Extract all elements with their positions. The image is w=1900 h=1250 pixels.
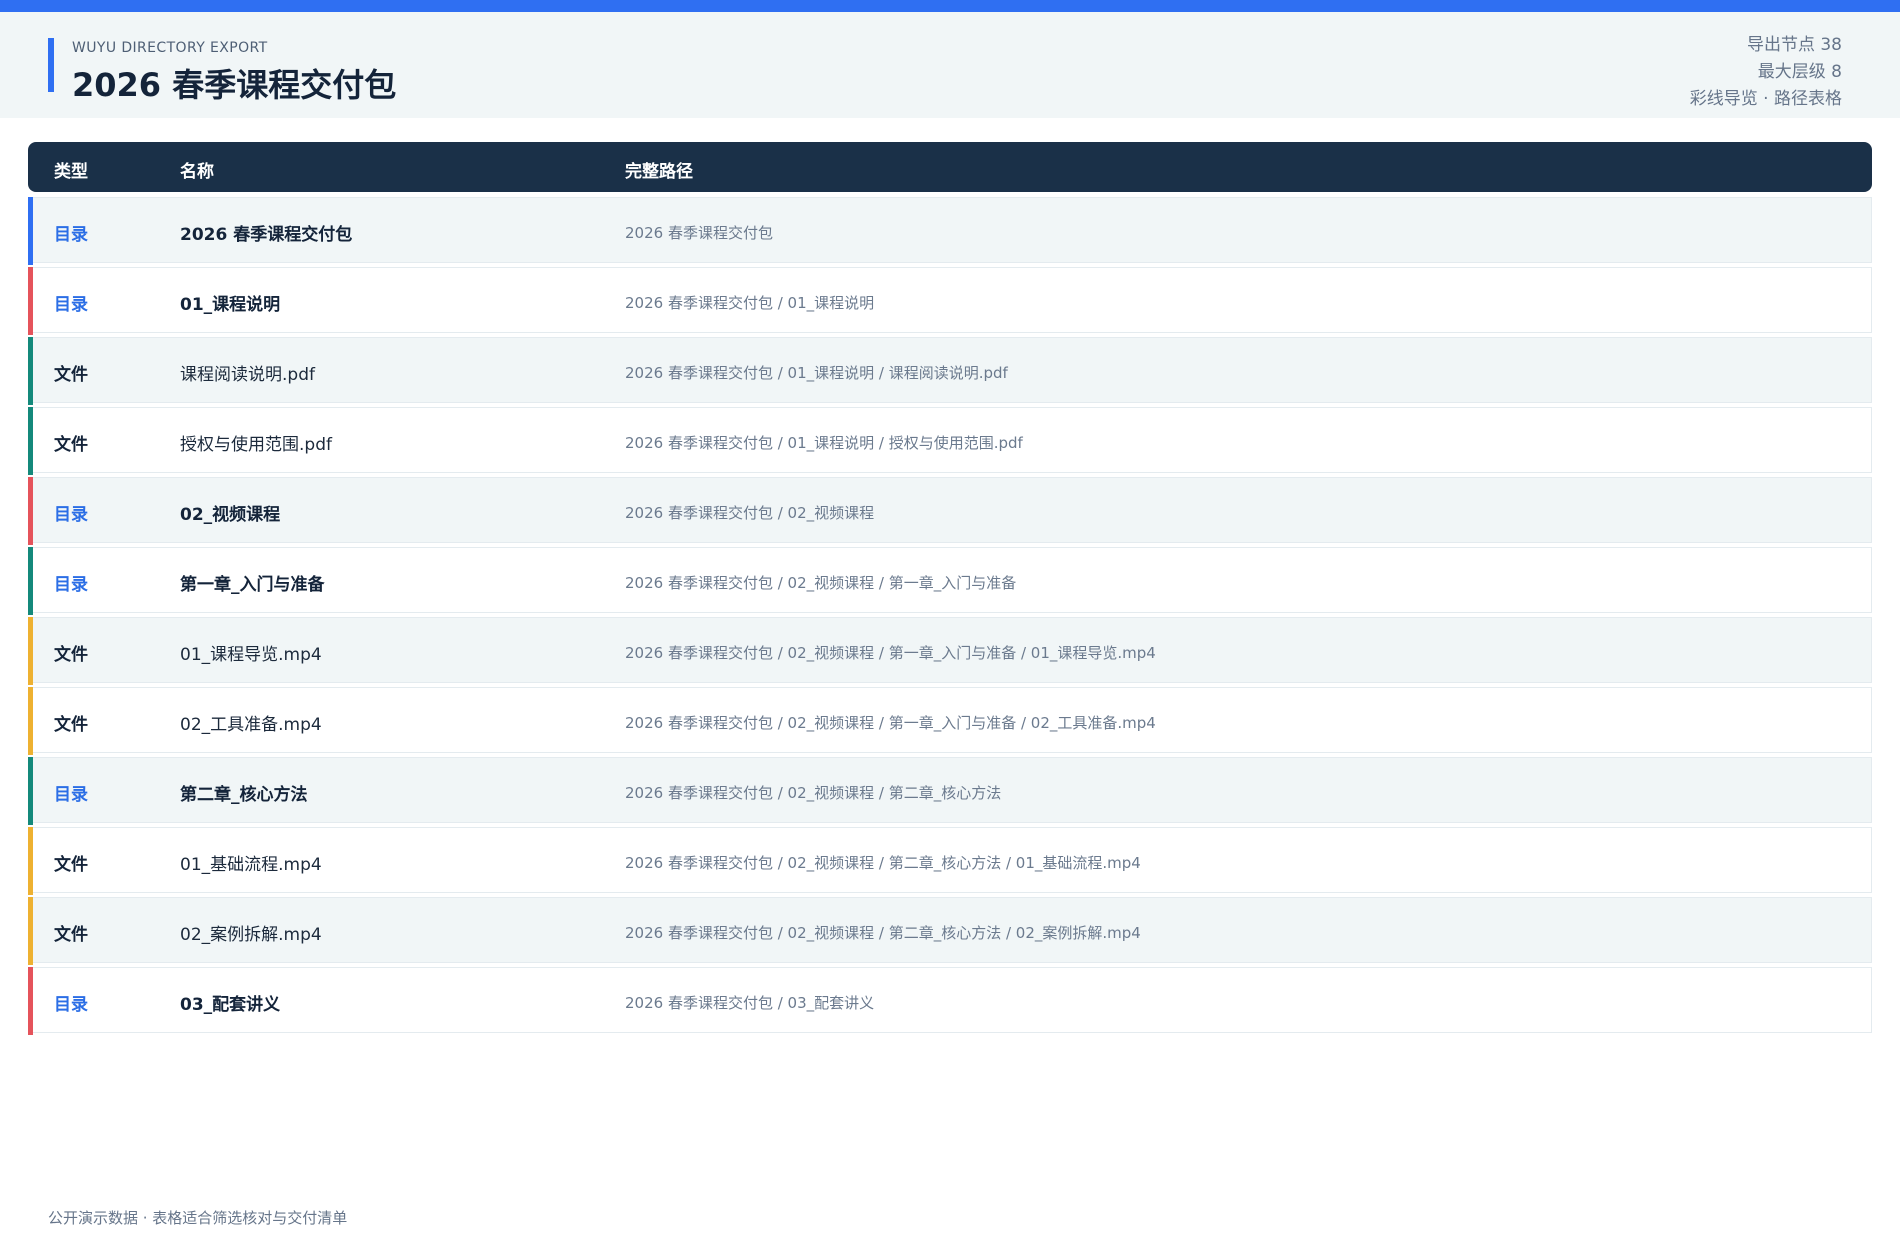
row-type: 目录: [54, 225, 88, 245]
row-path: 2026 春季课程交付包 / 02_视频课程 / 第一章_入门与准备 / 01_…: [625, 644, 1156, 662]
row-type: 目录: [54, 505, 88, 525]
row-type: 文件: [54, 855, 88, 875]
row-type: 目录: [54, 785, 88, 805]
page-header: WUYU DIRECTORY EXPORT 2026 春季课程交付包 导出节点 …: [0, 12, 1900, 118]
table-row[interactable]: 文件 02_案例拆解.mp4 2026 春季课程交付包 / 02_视频课程 / 第二…: [28, 897, 1872, 965]
row-name: 01_课程说明: [180, 295, 281, 315]
footer-note: 公开演示数据 · 表格适合筛选核对与交付清单: [48, 1209, 348, 1227]
table-row[interactable]: 文件 01_课程导览.mp4 2026 春季课程交付包 / 02_视频课程 / 第一…: [28, 617, 1872, 685]
row-name: 02_视频课程: [180, 505, 281, 525]
page-title: 2026 春季课程交付包: [72, 66, 397, 104]
row-level-stripe: [28, 407, 33, 475]
row-level-stripe: [28, 687, 33, 755]
export-meta: 导出节点 38 最大层级 8 彩线导览 · 路径表格: [1690, 32, 1842, 113]
row-path: 2026 春季课程交付包 / 02_视频课程: [625, 504, 875, 522]
row-level-stripe: [28, 757, 33, 825]
table-row[interactable]: 目录 02_视频课程 2026 春季课程交付包 / 02_视频课程: [28, 477, 1872, 545]
column-header-type[interactable]: 类型: [54, 157, 88, 182]
table-row[interactable]: 文件 课程阅读说明.pdf 2026 春季课程交付包 / 01_课程说明 / 课程阅…: [28, 337, 1872, 405]
column-header-name[interactable]: 名称: [180, 157, 214, 182]
row-path: 2026 春季课程交付包 / 01_课程说明 / 课程阅读说明.pdf: [625, 364, 1008, 382]
table-row[interactable]: 文件 授权与使用范围.pdf 2026 春季课程交付包 / 01_课程说明 / 授权…: [28, 407, 1872, 475]
table-header: 类型 名称 完整路径: [28, 142, 1872, 192]
row-path: 2026 春季课程交付包 / 02_视频课程 / 第二章_核心方法 / 02_案…: [625, 924, 1141, 942]
table-row[interactable]: 文件 01_基础流程.mp4 2026 春季课程交付包 / 02_视频课程 / 第二…: [28, 827, 1872, 895]
table-row[interactable]: 目录 第一章_入门与准备 2026 春季课程交付包 / 02_视频课程 / 第一章_…: [28, 547, 1872, 615]
row-level-stripe: [28, 337, 33, 405]
row-name: 01_课程导览.mp4: [180, 645, 322, 665]
table-row[interactable]: 目录 01_课程说明 2026 春季课程交付包 / 01_课程说明: [28, 267, 1872, 335]
row-name: 第二章_核心方法: [180, 785, 308, 805]
row-path: 2026 春季课程交付包 / 02_视频课程 / 第一章_入门与准备 / 02_…: [625, 714, 1156, 732]
row-type: 文件: [54, 715, 88, 735]
row-name: 课程阅读说明.pdf: [180, 365, 315, 385]
row-name: 02_案例拆解.mp4: [180, 925, 322, 945]
row-path: 2026 春季课程交付包 / 02_视频课程 / 第一章_入门与准备: [625, 574, 1017, 592]
table-row[interactable]: 文件 02_工具准备.mp4 2026 春季课程交付包 / 02_视频课程 / 第一…: [28, 687, 1872, 755]
directory-table-body: 目录 2026 春季课程交付包 2026 春季课程交付包 目录 01_课程说明 2026 …: [28, 197, 1872, 1037]
row-name: 02_工具准备.mp4: [180, 715, 322, 735]
row-name: 第一章_入门与准备: [180, 575, 325, 595]
row-path: 2026 春季课程交付包 / 01_课程说明 / 授权与使用范围.pdf: [625, 434, 1023, 452]
table-row[interactable]: 目录 2026 春季课程交付包 2026 春季课程交付包: [28, 197, 1872, 265]
table-row[interactable]: 目录 03_配套讲义 2026 春季课程交付包 / 03_配套讲义: [28, 967, 1872, 1035]
row-level-stripe: [28, 267, 33, 335]
row-type: 文件: [54, 365, 88, 385]
export-kicker: WUYU DIRECTORY EXPORT: [72, 40, 268, 56]
row-type: 文件: [54, 435, 88, 455]
row-level-stripe: [28, 197, 33, 265]
row-type: 目录: [54, 995, 88, 1015]
row-path: 2026 春季课程交付包 / 02_视频课程 / 第二章_核心方法 / 01_基…: [625, 854, 1141, 872]
row-level-stripe: [28, 897, 33, 965]
row-path: 2026 春季课程交付包 / 03_配套讲义: [625, 994, 875, 1012]
row-path: 2026 春季课程交付包: [625, 224, 773, 242]
row-level-stripe: [28, 547, 33, 615]
row-level-stripe: [28, 967, 33, 1035]
row-level-stripe: [28, 477, 33, 545]
row-type: 目录: [54, 295, 88, 315]
table-row[interactable]: 目录 第二章_核心方法 2026 春季课程交付包 / 02_视频课程 / 第二章_核…: [28, 757, 1872, 825]
row-level-stripe: [28, 827, 33, 895]
meta-max-depth: 最大层级 8: [1757, 62, 1842, 82]
row-name: 授权与使用范围.pdf: [180, 435, 332, 455]
top-accent-bar: [0, 0, 1900, 12]
row-name: 01_基础流程.mp4: [180, 855, 322, 875]
row-type: 文件: [54, 925, 88, 945]
row-type: 目录: [54, 575, 88, 595]
column-header-path[interactable]: 完整路径: [625, 157, 693, 182]
row-level-stripe: [28, 617, 33, 685]
row-name: 2026 春季课程交付包: [180, 225, 353, 245]
title-accent-bar: [48, 38, 54, 92]
meta-view-mode: 彩线导览 · 路径表格: [1689, 89, 1842, 109]
row-name: 03_配套讲义: [180, 995, 281, 1015]
meta-node-count: 导出节点 38: [1746, 35, 1842, 55]
row-path: 2026 春季课程交付包 / 02_视频课程 / 第二章_核心方法: [625, 784, 1002, 802]
row-type: 文件: [54, 645, 88, 665]
row-path: 2026 春季课程交付包 / 01_课程说明: [625, 294, 875, 312]
